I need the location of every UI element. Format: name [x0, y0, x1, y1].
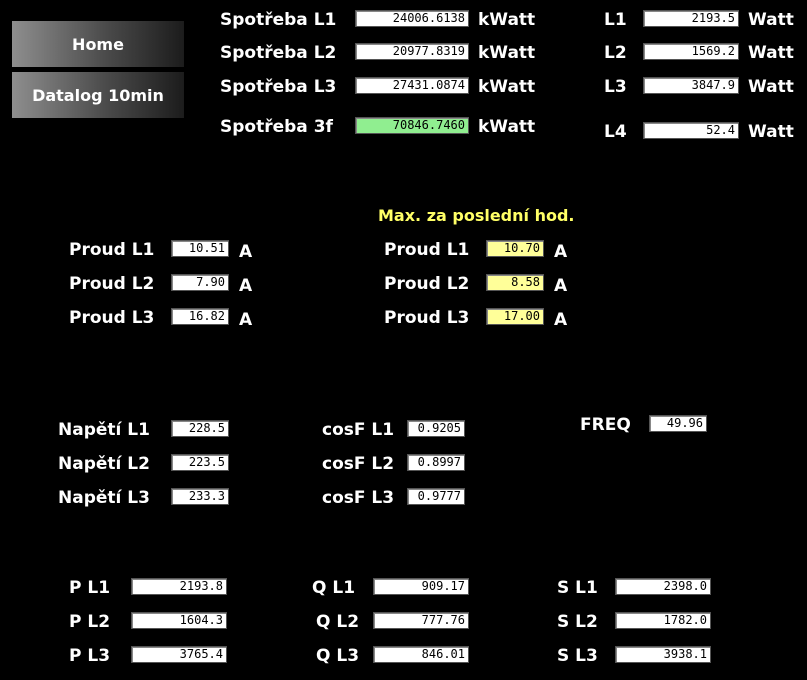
current-max-l3-label: Proud L3 — [384, 308, 470, 328]
q-l1-field[interactable]: 909.17 — [373, 578, 469, 595]
consumption-3f-unit: kWatt — [478, 117, 536, 137]
max-last-hour-title: Max. za poslední hod. — [378, 206, 575, 225]
consumption-l2-label: Spotřeba L2 — [220, 43, 337, 63]
s-l1-field[interactable]: 2398.0 — [615, 578, 711, 595]
home-button[interactable]: Home — [12, 21, 184, 67]
power-l4-label: L4 — [604, 122, 627, 142]
q-l1-label: Q L1 — [312, 578, 356, 598]
power-l4-unit: Watt — [748, 122, 794, 142]
p-l2-field[interactable]: 1604.3 — [131, 612, 227, 629]
consumption-l1-unit: kWatt — [478, 10, 536, 30]
consumption-l2-field[interactable]: 20977.8319 — [355, 43, 469, 60]
q-l3-field[interactable]: 846.01 — [373, 646, 469, 663]
p-l1-field[interactable]: 2193.8 — [131, 578, 227, 595]
consumption-l1-label: Spotřeba L1 — [220, 10, 337, 30]
current-max-l3-unit: A — [554, 310, 568, 330]
current-max-l2-label: Proud L2 — [384, 274, 470, 294]
current-max-l3-field[interactable]: 17.00 — [486, 308, 544, 325]
q-l2-field[interactable]: 777.76 — [373, 612, 469, 629]
voltage-l1-label: Napětí L1 — [58, 420, 150, 440]
consumption-3f-field[interactable]: 70846.7460 — [355, 117, 469, 134]
freq-field[interactable]: 49.96 — [649, 415, 707, 432]
s-l1-label: S L1 — [557, 578, 598, 598]
q-l3-label: Q L3 — [316, 646, 360, 666]
p-l3-label: P L3 — [69, 646, 111, 666]
s-l2-label: S L2 — [557, 612, 598, 632]
cosf-l3-field[interactable]: 0.9777 — [407, 488, 465, 505]
p-l3-field[interactable]: 3765.4 — [131, 646, 227, 663]
s-l3-field[interactable]: 3938.1 — [615, 646, 711, 663]
cosf-l1-field[interactable]: 0.9205 — [407, 420, 465, 437]
power-l3-unit: Watt — [748, 77, 794, 97]
current-l1-unit: A — [239, 242, 253, 262]
voltage-l2-label: Napětí L2 — [58, 454, 150, 474]
consumption-l3-unit: kWatt — [478, 77, 536, 97]
current-l3-label: Proud L3 — [69, 308, 155, 328]
current-max-l1-label: Proud L1 — [384, 240, 470, 260]
consumption-l3-field[interactable]: 27431.0874 — [355, 77, 469, 94]
current-max-l1-unit: A — [554, 242, 568, 262]
consumption-3f-label: Spotřeba 3f — [220, 117, 333, 137]
current-l2-label: Proud L2 — [69, 274, 155, 294]
current-l2-unit: A — [239, 276, 253, 296]
cosf-l2-field[interactable]: 0.8997 — [407, 454, 465, 471]
freq-label: FREQ — [580, 415, 631, 435]
cosf-l2-label: cosF L2 — [322, 454, 395, 474]
current-max-l2-field[interactable]: 8.58 — [486, 274, 544, 291]
consumption-l2-unit: kWatt — [478, 43, 536, 63]
current-l3-unit: A — [239, 310, 253, 330]
s-l2-field[interactable]: 1782.0 — [615, 612, 711, 629]
voltage-l1-field[interactable]: 228.5 — [171, 420, 229, 437]
current-l3-field[interactable]: 16.82 — [171, 308, 229, 325]
consumption-l3-label: Spotřeba L3 — [220, 77, 337, 97]
voltage-l3-label: Napětí L3 — [58, 488, 150, 508]
s-l3-label: S L3 — [557, 646, 598, 666]
power-l1-unit: Watt — [748, 10, 794, 30]
consumption-l1-field[interactable]: 24006.6138 — [355, 10, 469, 27]
power-l2-unit: Watt — [748, 43, 794, 63]
power-l2-field[interactable]: 1569.2 — [643, 43, 739, 60]
cosf-l3-label: cosF L3 — [322, 488, 395, 508]
current-max-l1-field[interactable]: 10.70 — [486, 240, 544, 257]
current-max-l2-unit: A — [554, 276, 568, 296]
power-l1-label: L1 — [604, 10, 627, 30]
p-l2-label: P L2 — [69, 612, 111, 632]
p-l1-label: P L1 — [69, 578, 111, 598]
power-l2-label: L2 — [604, 43, 627, 63]
current-l2-field[interactable]: 7.90 — [171, 274, 229, 291]
power-l3-field[interactable]: 3847.9 — [643, 77, 739, 94]
power-l1-field[interactable]: 2193.5 — [643, 10, 739, 27]
power-l4-field[interactable]: 52.4 — [643, 122, 739, 139]
power-l3-label: L3 — [604, 77, 627, 97]
current-l1-label: Proud L1 — [69, 240, 155, 260]
q-l2-label: Q L2 — [316, 612, 360, 632]
voltage-l2-field[interactable]: 223.5 — [171, 454, 229, 471]
cosf-l1-label: cosF L1 — [322, 420, 395, 440]
voltage-l3-field[interactable]: 233.3 — [171, 488, 229, 505]
datalog-10min-button[interactable]: Datalog 10min — [12, 72, 184, 118]
current-l1-field[interactable]: 10.51 — [171, 240, 229, 257]
